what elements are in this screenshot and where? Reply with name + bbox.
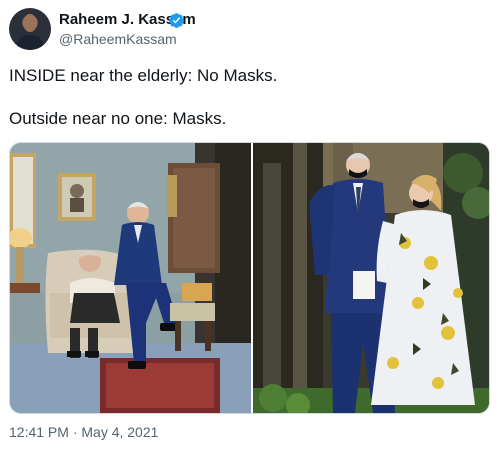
media-grid (9, 142, 490, 414)
verified-badge-icon (169, 13, 184, 28)
author-handle[interactable]: @RaheemKassam (59, 31, 177, 47)
tweet-timestamp[interactable]: 12:41 PM · May 4, 2021 (9, 424, 158, 440)
tweet-text-line-2: Outside near no one: Masks. (9, 109, 227, 128)
avatar-face (23, 14, 37, 32)
photo-indoor[interactable] (10, 143, 251, 413)
avatar-shirt (17, 35, 43, 50)
avatar[interactable] (9, 8, 51, 50)
photo-outdoor[interactable] (253, 143, 489, 413)
tweet-text-line-1: INSIDE near the elderly: No Masks. (9, 66, 278, 85)
photo-outdoor-image (253, 143, 489, 413)
photo-indoor-image (10, 143, 251, 413)
tweet: Raheem J. Kassam @RaheemKassam INSIDE ne… (0, 0, 500, 456)
